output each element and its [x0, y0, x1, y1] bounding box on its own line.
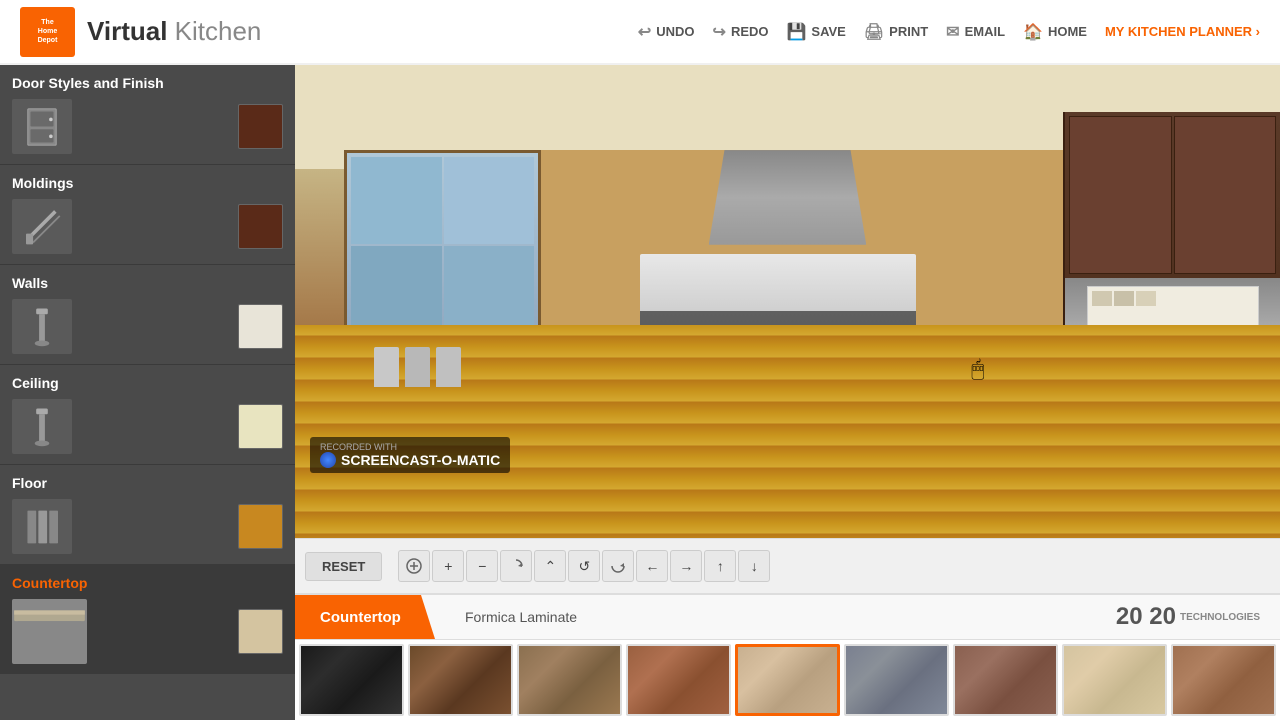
swatch-s5[interactable]: [735, 644, 840, 716]
email-icon: ✉: [946, 22, 959, 42]
moldings-icon: [12, 199, 72, 254]
save-label: SAVE: [811, 24, 845, 39]
header: TheHomeDepot Virtual Kitchen ↩ UNDO ↪ RE…: [0, 0, 1280, 65]
sidebar-item-walls[interactable]: Walls: [0, 265, 295, 365]
reset-button[interactable]: RESET: [305, 552, 382, 581]
moldings-title: Moldings: [12, 175, 283, 191]
control-group: + − ⌃ ↺ ← → ↑ ↓: [398, 550, 770, 582]
tab-bar: Countertop Formica Laminate 20 20 TECHNO…: [295, 595, 1280, 640]
moldings-content: [12, 199, 283, 254]
kitchen-range-hood: [709, 150, 867, 245]
orbit-button[interactable]: [602, 550, 634, 582]
kitchen-3d-view[interactable]: RECORDED WITH SCREENCAST-O-MATIC 🖱: [295, 65, 1280, 538]
sidebar-item-moldings[interactable]: Moldings: [0, 165, 295, 265]
view-controls: RESET + − ⌃ ↺ ← → ↑ ↓: [295, 538, 1280, 593]
sidebar-item-floor[interactable]: Floor: [0, 465, 295, 565]
formica-label: Formica Laminate: [465, 609, 577, 625]
pan-up-button[interactable]: ↑: [704, 550, 736, 582]
email-button[interactable]: ✉ EMAIL: [946, 22, 1005, 42]
email-label: EMAIL: [965, 24, 1005, 39]
floor-swatch: [238, 504, 283, 549]
sidebar-item-countertop[interactable]: Countertop: [0, 565, 295, 674]
main-layout: Door Styles and Finish Moldings: [0, 65, 1280, 720]
swatch-s1[interactable]: [299, 644, 404, 716]
redo-button[interactable]: ↪ REDO: [713, 22, 769, 42]
rotate-reset-button[interactable]: [500, 550, 532, 582]
redo-icon: ↪: [713, 22, 726, 42]
bottom-panel: Countertop Formica Laminate 20 20 TECHNO…: [295, 593, 1280, 720]
door-styles-title: Door Styles and Finish: [12, 75, 283, 91]
swatch-s2[interactable]: [408, 644, 513, 716]
home-button[interactable]: 🏠 HOME: [1023, 22, 1087, 42]
redo-label: REDO: [731, 24, 769, 39]
door-styles-icon: [12, 99, 72, 154]
print-icon: 🖨: [864, 22, 884, 42]
rotate-ccw-button[interactable]: ↺: [568, 550, 600, 582]
view-area: RECORDED WITH SCREENCAST-O-MATIC 🖱 RESET…: [295, 65, 1280, 720]
countertop-icon: [12, 599, 87, 664]
logo-area: TheHomeDepot Virtual Kitchen: [20, 7, 261, 57]
2020-technologies-logo: 20 20 TECHNOLOGIES: [1116, 595, 1280, 639]
app-title-bold: Virtual: [87, 16, 167, 46]
zoom-2d-button[interactable]: [398, 550, 430, 582]
logo-2020-text: 20 20: [1116, 603, 1176, 631]
nav-actions: ↩ UNDO ↪ REDO 💾 SAVE 🖨 PRINT ✉ EMAIL 🏠 H…: [638, 22, 1260, 42]
pan-down-button[interactable]: ↓: [738, 550, 770, 582]
floor-icon: [12, 499, 72, 554]
rotate-up-button[interactable]: ⌃: [534, 550, 566, 582]
walls-title: Walls: [12, 275, 283, 291]
tab-subtitle: Formica Laminate: [435, 595, 1116, 639]
countertop-tab[interactable]: Countertop: [295, 595, 435, 639]
home-icon: 🏠: [1023, 22, 1043, 42]
home-depot-logo[interactable]: TheHomeDepot: [20, 7, 75, 57]
pan-left-button[interactable]: ←: [636, 550, 668, 582]
floor-title: Floor: [12, 475, 283, 491]
app-title-light: Kitchen: [175, 16, 262, 46]
zoom-in-button[interactable]: +: [432, 550, 464, 582]
countertop-content: [12, 599, 283, 664]
countertop-swatch: [238, 609, 283, 654]
swatch-s9[interactable]: [1171, 644, 1276, 716]
swatch-s7[interactable]: [953, 644, 1058, 716]
countertop-title: Countertop: [12, 575, 283, 591]
zoom-out-button[interactable]: −: [466, 550, 498, 582]
my-kitchen-planner-button[interactable]: MY KITCHEN PLANNER ›: [1105, 24, 1260, 39]
sidebar-item-ceiling[interactable]: Ceiling: [0, 365, 295, 465]
undo-icon: ↩: [638, 22, 651, 42]
door-styles-swatch: [238, 104, 283, 149]
app-title: Virtual Kitchen: [87, 16, 261, 47]
home-label: HOME: [1048, 24, 1087, 39]
undo-button[interactable]: ↩ UNDO: [638, 22, 695, 42]
swatch-s8[interactable]: [1062, 644, 1167, 716]
swatch-s4[interactable]: [626, 644, 731, 716]
dining-area: [374, 268, 591, 386]
walls-swatch: [238, 304, 283, 349]
walls-content: [12, 299, 283, 354]
sidebar-item-door-styles[interactable]: Door Styles and Finish: [0, 65, 295, 165]
swatch-s6[interactable]: [844, 644, 949, 716]
ceiling-title: Ceiling: [12, 375, 283, 391]
print-label: PRINT: [889, 24, 928, 39]
kitchen-planner-label: MY KITCHEN PLANNER ›: [1105, 24, 1260, 39]
door-styles-content: [12, 99, 283, 154]
pan-right-button[interactable]: →: [670, 550, 702, 582]
print-button[interactable]: 🖨 PRINT: [864, 22, 928, 42]
save-button[interactable]: 💾 SAVE: [787, 22, 846, 42]
walls-icon: [12, 299, 72, 354]
swatches-row: [295, 640, 1280, 720]
undo-label: UNDO: [656, 24, 694, 39]
ceiling-icon: [12, 399, 72, 454]
ceiling-content: [12, 399, 283, 454]
save-icon: 💾: [787, 22, 807, 42]
ceiling-swatch: [238, 404, 283, 449]
logo-2020-sub: TECHNOLOGIES: [1180, 612, 1260, 623]
swatch-s3[interactable]: [517, 644, 622, 716]
moldings-swatch: [238, 204, 283, 249]
sidebar: Door Styles and Finish Moldings: [0, 65, 295, 720]
floor-content: [12, 499, 283, 554]
